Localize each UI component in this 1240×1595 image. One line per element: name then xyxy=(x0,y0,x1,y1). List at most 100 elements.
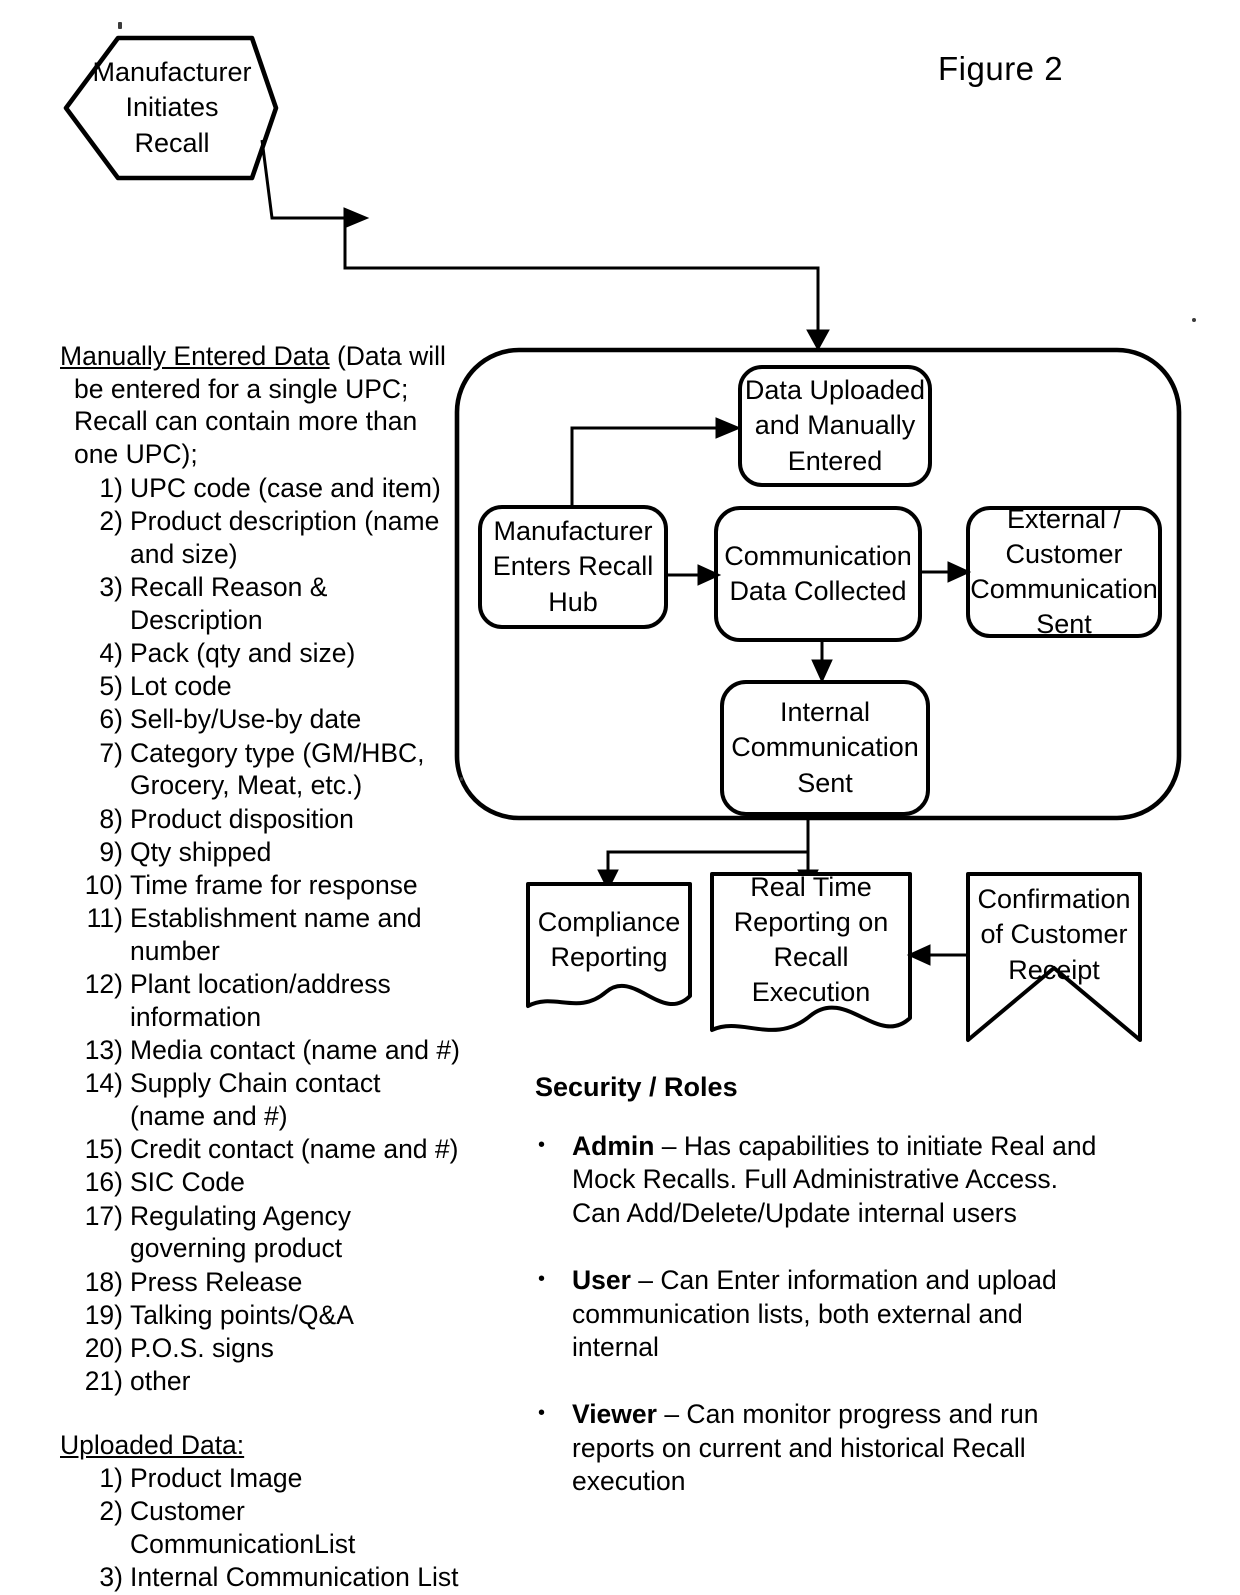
security-role-name: Admin xyxy=(572,1131,655,1162)
security-role-item: • User – Can Enter information and upload… xyxy=(530,1264,1100,1364)
list-item: 2) Customer CommunicationList xyxy=(84,1495,460,1560)
list-item-number: 2) xyxy=(99,1496,123,1527)
bullet-icon: • xyxy=(538,1134,546,1157)
left-text-column: Manually Entered Data (Data will be ente… xyxy=(60,340,460,1595)
list-item: 9) Qty shipped xyxy=(84,836,460,869)
manual-data-paragraph: Manually Entered Data (Data will be ente… xyxy=(60,340,460,471)
list-item: 12) Plant location/address information xyxy=(84,968,460,1033)
figure-label: Figure 2 xyxy=(938,50,1064,87)
list-item: 17) Regulating Agency governing product xyxy=(84,1200,460,1265)
list-item: 14) Supply Chain contact (name and #) xyxy=(84,1067,460,1132)
list-item-number: 11) xyxy=(86,903,123,934)
security-role-description: – Can Enter information and upload commu… xyxy=(572,1265,1057,1362)
security-roles-title: Security / Roles xyxy=(535,1072,738,1102)
list-item-label: Pack (qty and size) xyxy=(130,637,356,668)
node-external-customer-shape xyxy=(966,506,1162,638)
report-real-time-shape xyxy=(710,872,912,1032)
list-item-label: Recall Reason & Description xyxy=(130,572,328,635)
list-item: 4) Pack (qty and size) xyxy=(84,637,460,670)
scan-speck xyxy=(460,777,463,781)
security-roles-block: Security / Roles • Admin – Has capabiliti… xyxy=(530,1070,1100,1532)
arrowhead-communication xyxy=(697,564,722,586)
list-item: 19) Talking points/Q&A xyxy=(84,1299,460,1332)
list-item-label: Qty shipped xyxy=(130,836,272,867)
list-item-label: UPC code (case and item) xyxy=(130,472,441,503)
connector-step-to-container xyxy=(343,218,820,334)
list-item-number: 13) xyxy=(84,1035,123,1066)
node-manufacturer-hub-shape xyxy=(478,505,668,629)
report-confirmation-label: Confirmation of Customer Receipt xyxy=(977,884,1131,985)
list-item-label: Time frame for response xyxy=(130,870,418,900)
security-role-item: • Admin – Has capabilities to initiate Re… xyxy=(530,1130,1100,1230)
connector-hub-to-data-uploaded xyxy=(570,426,722,507)
list-item-label: Regulating Agency governing product xyxy=(130,1200,351,1264)
list-item: 3) Internal Communication List xyxy=(84,1561,460,1594)
list-item-label: Product disposition xyxy=(130,803,354,834)
scan-speck xyxy=(1192,318,1196,322)
list-item-number: 8) xyxy=(99,803,123,834)
list-item: 10) Time frame for response xyxy=(84,869,460,902)
list-item: 3) Recall Reason & Description xyxy=(84,571,460,636)
list-item-number: 7) xyxy=(99,737,123,768)
list-item: 11) Establishment name and number xyxy=(84,902,460,967)
list-item-number: 4) xyxy=(99,637,123,668)
uploaded-data-heading-row: Uploaded Data: xyxy=(60,1429,460,1462)
arrowhead-realtime-from-confirmation xyxy=(906,944,931,966)
list-item-number: 6) xyxy=(99,704,123,735)
list-item-label: SIC Code xyxy=(130,1167,245,1198)
list-item-label: Credit contact (name and #) xyxy=(130,1134,459,1165)
node-internal-communication-shape xyxy=(720,680,930,816)
report-compliance-shape xyxy=(526,882,692,1008)
list-item-number: 19) xyxy=(84,1299,123,1330)
list-item: 20) P.O.S. signs xyxy=(84,1332,460,1365)
connector-container-to-reports xyxy=(606,818,810,872)
list-item-label: Product Image xyxy=(130,1463,303,1494)
node-data-uploaded-shape xyxy=(738,365,932,487)
arrowhead-realtime xyxy=(797,869,819,892)
list-item-label: Talking points/Q&A xyxy=(130,1299,354,1330)
arrowhead-compliance xyxy=(597,869,619,892)
report-confirmation-shape xyxy=(966,872,1142,1042)
list-item-label: Establishment name and number xyxy=(130,903,422,966)
list-item-number: 10) xyxy=(84,870,123,900)
arrowhead-external xyxy=(947,561,972,583)
list-item-number: 14) xyxy=(84,1068,123,1099)
list-item: 18) Press Release xyxy=(84,1266,460,1299)
list-item-label: Lot code xyxy=(130,671,232,702)
arrowhead-into-container xyxy=(806,329,830,352)
arrowhead-internal xyxy=(811,659,833,684)
manual-data-list: 1) UPC code (case and item) 2) Product desc… xyxy=(60,472,460,1398)
list-item: 15) Credit contact (name and #) xyxy=(84,1133,460,1166)
list-item-label: Supply Chain contact (name and #) xyxy=(130,1068,381,1132)
list-item-label: P.O.S. signs xyxy=(130,1333,274,1364)
list-item-number: 15) xyxy=(84,1134,123,1165)
list-item-number: 12) xyxy=(84,969,123,1000)
node-data-uploaded-label: Data Uploaded and Manually Entered xyxy=(744,375,926,476)
list-item-number: 9) xyxy=(99,836,123,867)
list-item-number: 3) xyxy=(99,572,123,603)
scan-speck xyxy=(118,22,122,29)
security-role-text: Admin – Has capabilities to initiate Rea… xyxy=(572,1130,1100,1230)
node-communication-data-shape xyxy=(714,506,922,642)
list-item: 1) Product Image xyxy=(84,1462,460,1495)
list-item: 5) Lot code xyxy=(84,670,460,703)
list-item-label: Internal Communication List xyxy=(130,1562,459,1593)
security-roles-list: • Admin – Has capabilities to initiate Re… xyxy=(530,1130,1100,1498)
recall-hub-container xyxy=(454,347,1182,821)
bullet-icon: • xyxy=(538,1402,546,1425)
node-manufacturer-hub-label: Manufacturer Enters Recall Hub xyxy=(492,516,654,617)
report-compliance-label: Compliance Reporting xyxy=(537,906,681,972)
security-role-text: User – Can Enter information and upload … xyxy=(572,1264,1100,1364)
node-internal-communication-label: Internal Communication Sent xyxy=(731,697,919,798)
list-item-number: 21) xyxy=(84,1366,123,1397)
list-item-label: Media contact (name and #) xyxy=(130,1035,460,1066)
connector-start-to-hub xyxy=(260,139,350,220)
list-item-label: Product description (name and size) xyxy=(130,506,440,569)
list-item: 8) Product disposition xyxy=(84,803,460,836)
start-hexagon-shape xyxy=(63,35,279,181)
list-item-label: Sell-by/Use-by date xyxy=(130,704,362,735)
list-item: 21) other xyxy=(84,1365,460,1398)
list-item-label: Customer CommunicationList xyxy=(130,1496,356,1560)
security-role-item: • Viewer – Can monitor progress and run r… xyxy=(530,1398,1100,1498)
